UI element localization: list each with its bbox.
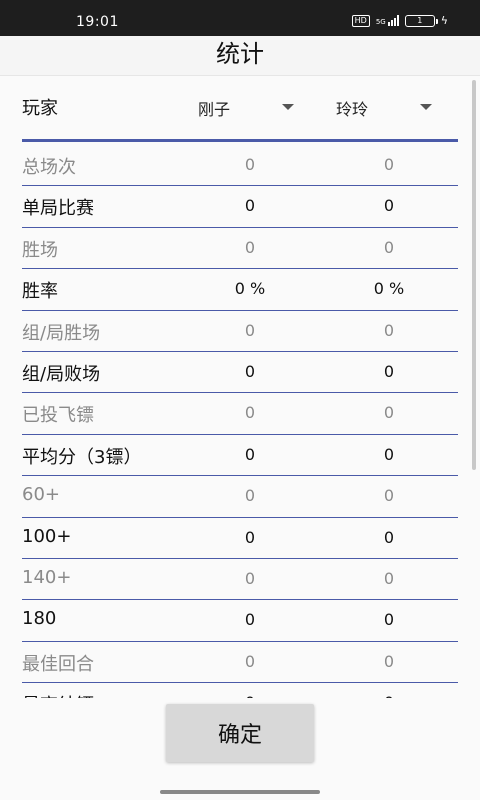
stat-value-player2: 0 <box>383 486 395 506</box>
stat-row: 胜率 0 % 0 % <box>22 269 458 311</box>
status-bar: 19:01 HD 5G 1 ϟ <box>0 0 480 36</box>
charging-icon: ϟ <box>440 14 448 27</box>
status-time: 19:01 <box>76 14 119 30</box>
hd-icon: HD <box>351 14 370 27</box>
stat-row: 平均分（3镖） 0 0 <box>22 435 458 477</box>
battery-icon: 1 <box>404 14 438 27</box>
stat-value-player1: 0 <box>244 403 256 423</box>
stat-row: 胜场 0 0 <box>22 228 458 270</box>
stat-row: 最佳回合 0 0 <box>22 642 458 684</box>
confirm-button[interactable]: 确定 <box>166 704 314 762</box>
dropdown-arrow-icon <box>420 104 432 110</box>
stat-label: 60+ <box>22 484 60 506</box>
stat-value-player1: 0 <box>244 444 256 464</box>
stat-row: 180 0 0 <box>22 600 458 642</box>
stat-label: 已投飞镖 <box>22 405 94 427</box>
stat-label: 180 <box>22 608 57 630</box>
stat-value-player1: 0 <box>210 693 290 698</box>
home-indicator[interactable] <box>160 790 320 794</box>
stat-value-player2: 0 <box>383 237 395 257</box>
player-label: 玩家 <box>22 98 58 119</box>
stat-value-player1: 0 <box>244 568 256 588</box>
players-header: 玩家 刚子 玲玲 <box>22 80 458 142</box>
title-bar: 统计 <box>0 36 480 76</box>
player1-name: 刚子 <box>198 100 231 119</box>
stat-row: 已投飞镖 0 0 <box>22 393 458 435</box>
stat-label: 组/局胜场 <box>22 322 101 344</box>
stat-label: 平均分（3镖） <box>22 446 142 468</box>
stat-value-player2: 0 <box>383 610 395 630</box>
player2-dropdown[interactable]: 玲玲 <box>336 96 432 120</box>
dropdown-arrow-icon <box>282 104 294 110</box>
stat-value-player1: 0 <box>244 527 256 547</box>
stat-value-player2: 0 <box>383 568 395 588</box>
stat-label: 最佳回合 <box>22 653 94 675</box>
stat-row: 60+ 0 0 <box>22 476 458 518</box>
stat-value-player2: 0 <box>383 155 395 174</box>
status-icons: HD 5G 1 ϟ <box>351 14 448 27</box>
page-title: 统计 <box>216 40 264 68</box>
stat-label: 100+ <box>22 525 72 547</box>
stat-row: 组/局胜场 0 0 <box>22 311 458 352</box>
stat-row: 总场次 0 0 <box>22 145 458 187</box>
stat-value-player1: 0 <box>244 155 256 174</box>
stat-value-player2: 0 <box>383 403 395 423</box>
stat-value-player2: 0 <box>383 320 395 340</box>
player2-name: 玲玲 <box>336 100 369 119</box>
stat-value-player1: 0 <box>244 237 256 257</box>
stat-row: 单局比赛 0 0 <box>22 186 458 228</box>
signal-icon: 5G <box>376 15 399 26</box>
player1-dropdown[interactable]: 刚子 <box>198 96 294 120</box>
stat-label: 胜率 <box>22 281 58 303</box>
stat-value-player1: 0 <box>244 320 256 340</box>
stat-value-player2: 0 <box>383 527 395 547</box>
network-type-label: 5G <box>375 18 386 26</box>
battery-level: 1 <box>417 15 423 25</box>
stat-label: 组/局败场 <box>22 363 101 385</box>
stats-table[interactable]: 总场次 0 0 单局比赛 0 0 胜场 0 0 胜率 0 % 0 % 组/局胜场 0 0 组/局败场 0 0 已投飞… <box>22 145 458 698</box>
stat-value-player1: 0 % <box>234 279 266 299</box>
stat-label: 胜场 <box>22 239 58 261</box>
stat-value-player1: 0 <box>244 610 256 630</box>
stat-label: 最高结镖 <box>22 691 94 698</box>
stat-row: 最高结镖 0 0 <box>22 683 458 698</box>
stat-value-player2: 0 <box>383 361 395 381</box>
stat-value-player2: 0 <box>383 651 395 671</box>
stat-value-player2: 0 <box>383 196 395 216</box>
stat-row: 组/局败场 0 0 <box>22 352 458 394</box>
stat-row: 100+ 0 0 <box>22 518 458 559</box>
stat-row: 140+ 0 0 <box>22 559 458 601</box>
stat-value-player2: 0 % <box>373 279 405 299</box>
stat-value-player1: 0 <box>244 196 256 216</box>
stat-value-player1: 0 <box>244 486 256 506</box>
stat-value-player1: 0 <box>244 361 256 381</box>
scrollbar[interactable] <box>472 80 476 470</box>
stat-label: 140+ <box>22 566 72 588</box>
stat-value-player2: 0 <box>349 693 429 698</box>
stat-value-player1: 0 <box>244 651 256 671</box>
stat-label: 总场次 <box>22 157 76 178</box>
stat-value-player2: 0 <box>383 444 395 464</box>
stat-label: 单局比赛 <box>22 198 94 220</box>
